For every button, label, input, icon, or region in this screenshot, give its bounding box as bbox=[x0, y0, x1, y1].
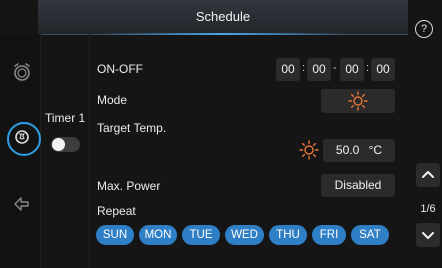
scroll-down-button[interactable] bbox=[416, 223, 440, 247]
off-minute-field[interactable]: 00 bbox=[371, 58, 395, 81]
timer-toggle[interactable] bbox=[51, 137, 80, 152]
repeat-label: Repeat bbox=[97, 204, 136, 218]
chevron-up-icon bbox=[422, 171, 434, 178]
range-separator: - bbox=[333, 62, 337, 74]
sidebar-divider bbox=[40, 34, 41, 268]
day-sun[interactable]: SUN bbox=[96, 225, 134, 245]
timer-label: Timer 1 bbox=[45, 111, 86, 125]
time-separator: : bbox=[302, 62, 306, 74]
alarm-clock-icon[interactable] bbox=[11, 61, 33, 83]
time-separator: : bbox=[366, 62, 370, 74]
target-temp-value: 50.0 bbox=[335, 143, 360, 157]
day-tue[interactable]: TUE bbox=[182, 225, 220, 245]
page-indicator: 1/6 bbox=[420, 203, 436, 215]
help-button[interactable]: ? bbox=[415, 20, 433, 38]
sun-icon bbox=[348, 91, 368, 111]
on-minute-field[interactable]: 00 bbox=[307, 58, 331, 81]
on-hour-field[interactable]: 00 bbox=[276, 58, 300, 81]
page-title: Schedule bbox=[195, 9, 251, 24]
timer-icon[interactable] bbox=[11, 126, 33, 148]
day-sat[interactable]: SAT bbox=[351, 225, 389, 245]
on-off-label: ON-OFF bbox=[97, 62, 143, 76]
mode-label: Mode bbox=[97, 93, 128, 107]
target-temp-unit: °C bbox=[368, 143, 383, 157]
target-temp-field[interactable]: 50.0 °C bbox=[323, 139, 395, 162]
schedule-screen: Schedule ? Timer 1 ON-OFF 00 : 00 - 00 :… bbox=[0, 0, 442, 268]
off-hour-field[interactable]: 00 bbox=[340, 58, 364, 81]
day-mon[interactable]: MON bbox=[139, 225, 177, 245]
toggle-knob bbox=[52, 138, 65, 151]
back-icon[interactable] bbox=[11, 193, 33, 215]
header-accent-line bbox=[98, 33, 348, 35]
day-thu[interactable]: THU bbox=[269, 225, 307, 245]
max-power-selector[interactable]: Disabled bbox=[321, 174, 395, 197]
target-temp-label: Target Temp. bbox=[97, 121, 167, 135]
chevron-down-icon bbox=[422, 232, 434, 239]
header-bar: Schedule bbox=[38, 0, 408, 35]
mode-selector[interactable] bbox=[321, 89, 395, 113]
column-divider bbox=[89, 34, 90, 268]
day-fri[interactable]: FRI bbox=[312, 225, 346, 245]
sun-icon bbox=[299, 140, 319, 160]
max-power-label: Max. Power bbox=[97, 179, 161, 193]
day-wed[interactable]: WED bbox=[225, 225, 264, 245]
scroll-up-button[interactable] bbox=[416, 163, 440, 187]
